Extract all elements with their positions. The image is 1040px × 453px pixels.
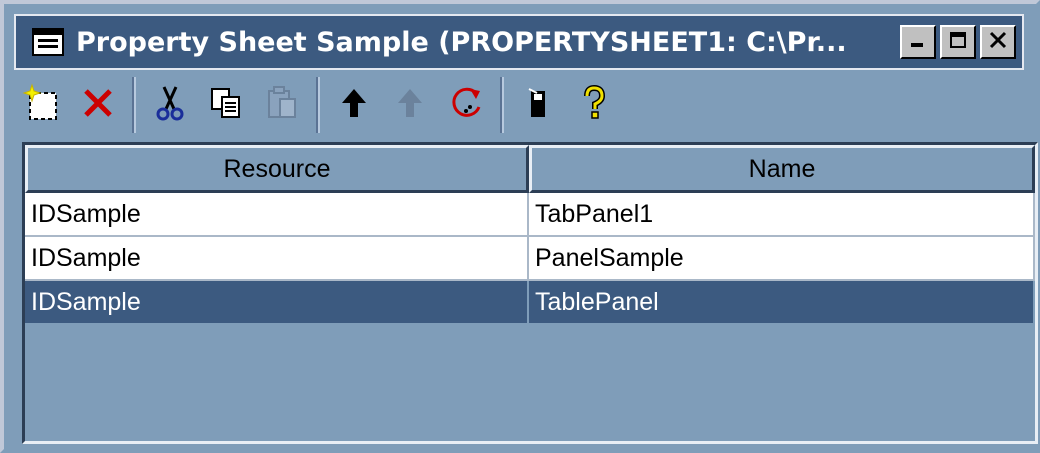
- help-question-icon: [579, 84, 609, 125]
- new-item-icon: [22, 83, 62, 127]
- toolbar: [14, 74, 1024, 136]
- refresh-button[interactable]: [438, 77, 494, 133]
- delete-button[interactable]: [70, 77, 126, 133]
- column-header-name[interactable]: Name: [529, 145, 1035, 193]
- table-header: Resource Name: [25, 145, 1035, 193]
- maximize-button[interactable]: [940, 25, 976, 59]
- move-up-button[interactable]: [326, 77, 382, 133]
- help-button[interactable]: [566, 77, 622, 133]
- minimize-icon: [908, 30, 928, 54]
- cut-button[interactable]: [142, 77, 198, 133]
- table-row-selected[interactable]: IDSample TablePanel: [25, 281, 1035, 325]
- arrow-up-icon: [339, 86, 369, 124]
- toolbar-separator: [316, 77, 320, 133]
- copy-button[interactable]: [198, 77, 254, 133]
- paste-icon: [264, 85, 300, 125]
- maximize-icon: [948, 30, 968, 54]
- table-row[interactable]: IDSample PanelSample: [25, 237, 1035, 281]
- close-button[interactable]: [980, 25, 1016, 59]
- minimize-button[interactable]: [900, 25, 936, 59]
- window-title: Property Sheet Sample (PROPERTYSHEET1: C…: [76, 26, 847, 58]
- paste-button[interactable]: [254, 77, 310, 133]
- new-button[interactable]: [14, 77, 70, 133]
- cell-name[interactable]: TablePanel: [529, 281, 1035, 325]
- arrow-down-icon: [395, 86, 425, 124]
- move-down-button[interactable]: [382, 77, 438, 133]
- cell-resource[interactable]: IDSample: [25, 237, 529, 281]
- resource-table: Resource Name IDSample TabPanel1 IDSampl…: [22, 142, 1038, 444]
- cell-resource[interactable]: IDSample: [25, 281, 529, 325]
- close-icon: [988, 30, 1008, 54]
- toolbar-separator: [132, 77, 136, 133]
- delete-x-icon: [80, 85, 116, 125]
- cell-resource[interactable]: IDSample: [25, 193, 529, 237]
- title-bar[interactable]: Property Sheet Sample (PROPERTYSHEET1: C…: [14, 14, 1024, 70]
- column-header-resource[interactable]: Resource: [25, 145, 529, 193]
- properties-icon: [523, 85, 553, 125]
- toolbar-separator: [500, 77, 504, 133]
- cell-name[interactable]: PanelSample: [529, 237, 1035, 281]
- scissors-icon: [152, 83, 188, 127]
- refresh-icon: [446, 83, 486, 127]
- copy-icon: [208, 85, 244, 125]
- window-app-icon[interactable]: [30, 24, 66, 60]
- property-sheet-window: Property Sheet Sample (PROPERTYSHEET1: C…: [0, 0, 1040, 453]
- table-row[interactable]: IDSample TabPanel1: [25, 193, 1035, 237]
- properties-button[interactable]: [510, 77, 566, 133]
- cell-name[interactable]: TabPanel1: [529, 193, 1035, 237]
